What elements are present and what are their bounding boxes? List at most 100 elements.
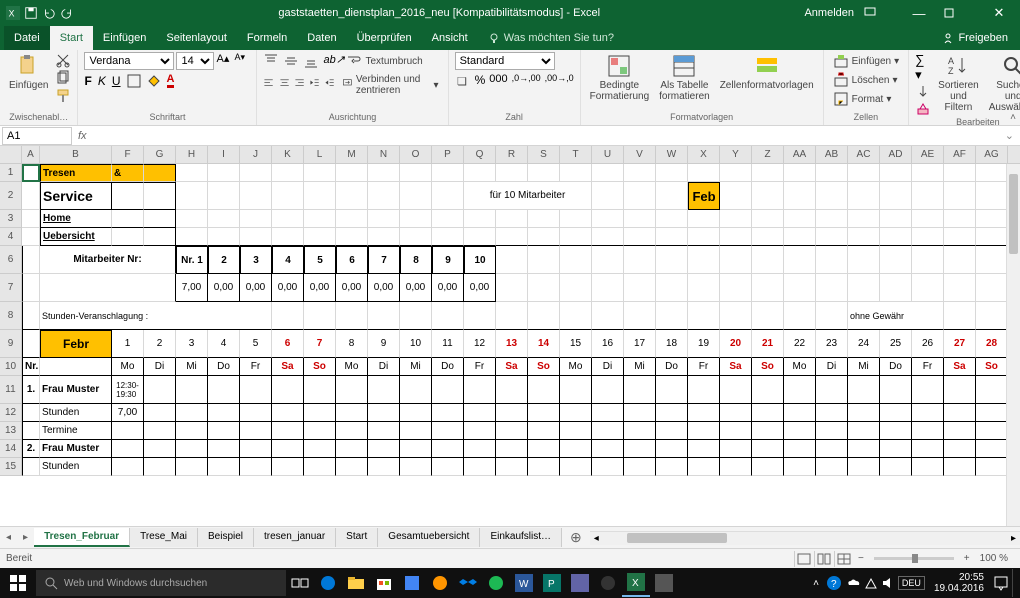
cell[interactable] <box>752 422 784 440</box>
cell[interactable] <box>368 182 400 210</box>
cell[interactable] <box>656 228 688 246</box>
cell[interactable]: & <box>112 164 144 182</box>
currency-icon[interactable]: ❏ <box>455 73 471 89</box>
cell-subtitle[interactable]: für 10 Mitarbeiter <box>464 182 592 210</box>
cell[interactable] <box>720 228 752 246</box>
taskbar-media-icon[interactable] <box>482 569 510 597</box>
col-header[interactable]: AA <box>784 146 816 163</box>
col-header[interactable]: T <box>560 146 592 163</box>
cell[interactable] <box>592 182 624 210</box>
cell[interactable] <box>208 376 240 404</box>
cell[interactable] <box>272 164 304 182</box>
cell[interactable] <box>464 302 496 330</box>
cell[interactable] <box>816 458 848 476</box>
cell-emp-val[interactable]: 0,00 <box>240 274 272 302</box>
cell[interactable] <box>208 164 240 182</box>
cell-emp-num[interactable]: 6 <box>336 246 368 274</box>
increase-font-icon[interactable]: A▴ <box>216 52 232 68</box>
align-bottom-icon[interactable] <box>303 53 319 69</box>
cell[interactable] <box>432 422 464 440</box>
cell-stunden[interactable]: Stunden <box>40 404 112 422</box>
cell-day[interactable]: 8 <box>336 330 368 358</box>
cell[interactable] <box>464 404 496 422</box>
cell[interactable] <box>336 228 368 246</box>
cell[interactable] <box>560 376 592 404</box>
cell[interactable] <box>944 422 976 440</box>
cell-feb[interactable]: Feb <box>688 182 720 210</box>
col-header[interactable]: A <box>22 146 40 163</box>
number-format-select[interactable]: Standard <box>455 52 555 70</box>
cell-day[interactable]: 21 <box>752 330 784 358</box>
cell-name[interactable]: Frau Muster <box>40 440 112 458</box>
cell[interactable] <box>464 376 496 404</box>
share-button[interactable]: Freigeben <box>930 26 1020 50</box>
sheet-tab[interactable]: Einkaufslist… <box>480 528 562 547</box>
cell[interactable] <box>368 228 400 246</box>
cell[interactable] <box>752 182 784 210</box>
cell[interactable] <box>848 210 880 228</box>
cell[interactable] <box>752 458 784 476</box>
percent-icon[interactable]: % <box>475 73 486 89</box>
cell[interactable] <box>656 440 688 458</box>
fill-icon[interactable] <box>915 84 931 100</box>
cell-weekday[interactable]: So <box>304 358 336 376</box>
cell-weekday[interactable]: Mo <box>336 358 368 376</box>
cell[interactable] <box>144 458 176 476</box>
taskbar-explorer-icon[interactable] <box>342 569 370 597</box>
cell[interactable] <box>784 210 816 228</box>
cell-time[interactable]: 12:30-19:30 <box>112 376 144 404</box>
cell[interactable] <box>752 376 784 404</box>
cell-home[interactable]: Home <box>40 210 112 228</box>
cell[interactable] <box>304 440 336 458</box>
taskbar-app2-icon[interactable] <box>566 569 594 597</box>
cell[interactable] <box>912 228 944 246</box>
cell[interactable] <box>944 440 976 458</box>
cell[interactable] <box>624 376 656 404</box>
cell[interactable] <box>22 246 40 274</box>
cell[interactable] <box>240 422 272 440</box>
col-header[interactable]: AF <box>944 146 976 163</box>
align-right-icon[interactable] <box>294 77 305 93</box>
cell[interactable] <box>144 422 176 440</box>
cell[interactable] <box>592 228 624 246</box>
cell[interactable] <box>752 228 784 246</box>
cell[interactable] <box>144 376 176 404</box>
row-header[interactable]: 15 <box>0 458 22 476</box>
row-header[interactable]: 11 <box>0 376 22 404</box>
cell[interactable] <box>880 164 912 182</box>
cell-emp-val[interactable]: 0,00 <box>208 274 240 302</box>
col-header[interactable]: AG <box>976 146 1008 163</box>
cell[interactable] <box>880 210 912 228</box>
cell-day[interactable]: 28 <box>976 330 1008 358</box>
cell[interactable] <box>560 302 592 330</box>
col-header[interactable]: P <box>432 146 464 163</box>
cell-day[interactable]: 2 <box>144 330 176 358</box>
cell[interactable] <box>22 228 40 246</box>
tray-volume-icon[interactable] <box>881 576 895 590</box>
cell[interactable] <box>816 404 848 422</box>
cell[interactable] <box>240 458 272 476</box>
cell[interactable] <box>656 376 688 404</box>
cell[interactable] <box>688 458 720 476</box>
cell[interactable] <box>848 228 880 246</box>
cell[interactable] <box>432 228 464 246</box>
cell-day[interactable]: 14 <box>528 330 560 358</box>
col-header[interactable]: Z <box>752 146 784 163</box>
cell[interactable] <box>720 164 752 182</box>
cell[interactable] <box>880 228 912 246</box>
cell[interactable] <box>496 458 528 476</box>
cell-weekday[interactable]: Do <box>432 358 464 376</box>
cell[interactable] <box>304 376 336 404</box>
cell-emp-val[interactable]: 0,00 <box>368 274 400 302</box>
cell[interactable] <box>560 210 592 228</box>
cell[interactable] <box>592 274 624 302</box>
cell[interactable] <box>496 440 528 458</box>
cell[interactable] <box>752 404 784 422</box>
indent-increase-icon[interactable] <box>324 77 335 93</box>
cell[interactable] <box>400 182 432 210</box>
cell[interactable] <box>400 404 432 422</box>
cell[interactable] <box>432 182 464 210</box>
cell[interactable] <box>880 440 912 458</box>
cell-day[interactable]: 18 <box>656 330 688 358</box>
cell[interactable] <box>400 422 432 440</box>
